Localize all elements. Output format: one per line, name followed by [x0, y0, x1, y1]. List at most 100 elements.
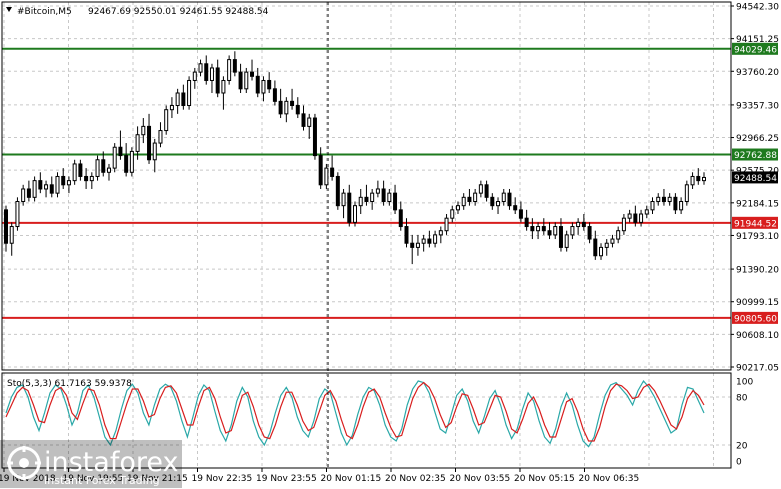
candle-bear [347, 192, 352, 223]
candle-bear [124, 155, 129, 173]
candle-bull [604, 242, 609, 248]
candle-bear [661, 196, 666, 202]
candle-bull [227, 59, 232, 81]
candle-bear [4, 209, 8, 244]
y-tick-label: 92184.15 [736, 199, 779, 209]
candle-bull [599, 246, 604, 257]
candle-bull [9, 226, 14, 244]
candle-bear [490, 196, 495, 207]
candle-bull [387, 192, 392, 202]
candle-bull [89, 175, 94, 182]
ohlc-values: 92467.69 92550.01 92461.55 92488.54 [88, 7, 269, 17]
candle-bear [467, 196, 472, 202]
candle-bear [312, 117, 317, 157]
candle-bear [696, 175, 701, 182]
candle-bull [169, 105, 174, 111]
y-tick-label: 93357.30 [736, 101, 779, 111]
candle-bull [478, 184, 483, 194]
candle-bear [633, 213, 638, 223]
candle-bear [118, 146, 123, 157]
candle-bull [44, 184, 49, 190]
candle-bull [570, 226, 575, 236]
x-tick-label: 20 Nov 01:15 [321, 474, 382, 484]
x-tick-label: 19 Nov 23:55 [256, 474, 317, 484]
candle-bull [370, 192, 375, 202]
candle-bull [21, 188, 26, 202]
candle-bull [501, 192, 506, 202]
candle-bear [147, 125, 152, 161]
candle-bear [587, 226, 592, 240]
candle-bear [518, 209, 523, 219]
candle-bull [461, 196, 466, 207]
candle-bull [450, 209, 455, 219]
candle-bull [553, 226, 558, 236]
candle-bull [198, 63, 203, 73]
y-tick-label: 94542.30 [736, 3, 779, 13]
candle-bull [421, 238, 426, 244]
candle-bull [141, 125, 146, 136]
candle-bull [341, 192, 346, 207]
candle-bear [238, 71, 243, 90]
candle-bull [106, 167, 111, 173]
last-price-label: 92488.54 [734, 174, 777, 184]
y-tick-label: 90999.15 [736, 298, 779, 308]
candle-bear [278, 100, 283, 115]
sto-tick-label: 0 [736, 458, 742, 468]
candle-bull [221, 79, 226, 94]
candle-bull [639, 213, 644, 223]
candle-bull [667, 196, 672, 202]
candle-bull [455, 205, 460, 211]
trading-chart[interactable]: 94542.3094151.2593760.2093357.3092966.25… [0, 0, 781, 489]
symbol-label: #Bitcoin,M5 [17, 7, 72, 17]
candle-bull [324, 167, 329, 186]
candle-bear [232, 59, 237, 73]
candle-bull [444, 217, 449, 232]
candle-bull [129, 150, 134, 173]
candle-bear [255, 75, 260, 94]
candle-bear [204, 63, 209, 81]
stochastic-label: Sto(5,3,3) 61.7163 59.9378 [7, 379, 132, 389]
candle-bull [175, 92, 180, 107]
candle-bull [433, 234, 438, 244]
candle-bull [164, 109, 169, 132]
candle-bull [66, 180, 71, 186]
candle-bear [513, 205, 518, 211]
y-tick-label: 93760.20 [736, 68, 779, 78]
candle-bear [335, 175, 340, 207]
candle-bear [61, 175, 66, 186]
y-tick-label: 90217.05 [736, 364, 779, 374]
candle-bull [187, 79, 192, 107]
candle-bear [484, 184, 489, 198]
candle-bull [15, 200, 20, 228]
level-tag-label: 91944.52 [734, 219, 777, 229]
candle-bear [181, 92, 186, 107]
candle-bear [393, 192, 398, 211]
candle-bear [593, 238, 598, 257]
candle-bull [158, 130, 163, 144]
candle-bull [702, 176, 706, 182]
x-tick-label: 19 Nov 22:35 [192, 474, 253, 484]
candle-bull [536, 226, 541, 232]
candle-bear [427, 238, 432, 244]
candle-bull [32, 180, 37, 198]
candle-bull [690, 175, 695, 186]
candle-bull [152, 142, 157, 161]
level-tag-label: 92762.88 [734, 151, 777, 161]
candle-bull [684, 184, 689, 202]
candle-bull [656, 196, 661, 202]
candle-bull [496, 200, 501, 207]
candle-bull [72, 163, 77, 182]
candle-bear [250, 71, 255, 77]
candle-bull [616, 230, 621, 240]
y-tick-label: 92966.25 [736, 134, 779, 144]
candle-bull [650, 200, 655, 211]
candle-bear [530, 226, 535, 232]
candle-bear [381, 188, 386, 202]
candle-bear [290, 100, 295, 107]
candle-bull [307, 117, 312, 127]
candle-bear [49, 184, 54, 194]
watermark-logo: instaforex Instant Forex Trading [0, 440, 182, 488]
chart-header: #Bitcoin,M5 92467.69 92550.01 92461.55 9… [6, 7, 269, 17]
candle-bull [564, 234, 569, 248]
x-tick-label: 20 Nov 02:35 [385, 474, 446, 484]
